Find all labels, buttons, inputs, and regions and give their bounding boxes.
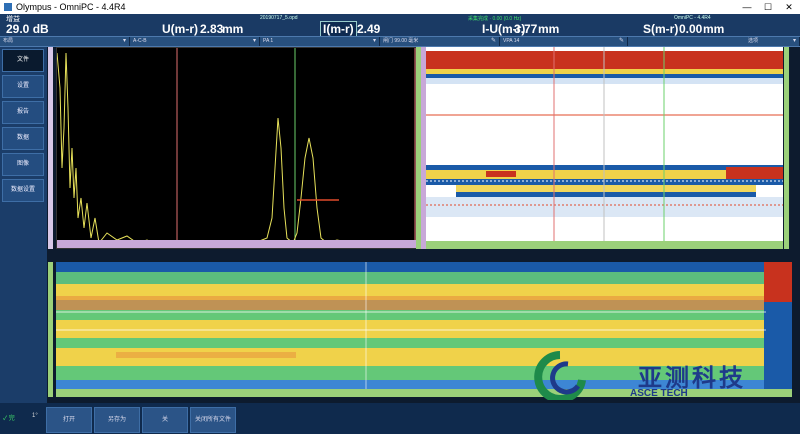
status-indicator: ✓ 完 bbox=[3, 416, 15, 422]
u-value: 2.83 bbox=[200, 22, 224, 36]
layout-select[interactable]: 布局 ▾ bbox=[0, 37, 130, 46]
bscan-right-ruler bbox=[784, 47, 789, 249]
s-unit: mm bbox=[703, 22, 725, 36]
gate-field[interactable]: 闸门 99.00 毫米 ✎ bbox=[380, 37, 500, 46]
selector-toolbar: 布局 ▾ A-C-B ▾ PA 1 ▾ 闸门 99.00 毫米 ✎ VPA 14 ✎ 选项… bbox=[0, 36, 800, 47]
app-icon bbox=[4, 3, 12, 11]
s-value: 0.00 bbox=[679, 22, 703, 36]
options-select-label: 选项 bbox=[748, 38, 759, 44]
sidebar-item-data[interactable]: 数据 bbox=[2, 127, 44, 150]
sidebar-item-settings[interactable]: 设置 bbox=[2, 75, 44, 98]
save-as-button[interactable]: 另存为 bbox=[94, 407, 140, 433]
minimize-button[interactable]: — bbox=[736, 0, 758, 14]
bscan-axis bbox=[426, 241, 783, 249]
ascan-plot bbox=[56, 48, 418, 245]
bscan-view[interactable] bbox=[426, 47, 783, 249]
sidebar-item-file[interactable]: 文件 bbox=[2, 49, 44, 72]
group-select-label: PA 1 bbox=[263, 38, 274, 44]
maximize-button[interactable]: ☐ bbox=[757, 0, 779, 14]
close-file-button[interactable]: 关 bbox=[142, 407, 188, 433]
view-select[interactable]: A-C-B ▾ bbox=[130, 37, 260, 46]
options-select[interactable]: 选项 ▾ bbox=[628, 37, 800, 46]
dropdown-icon: ▾ bbox=[372, 38, 376, 44]
dropdown-icon: ▾ bbox=[792, 38, 796, 44]
measurement-readout-bar: 增益 29.0 dB 20190717_5.opd U(m-r) 2.83 mm… bbox=[0, 14, 800, 37]
iu-unit: mm bbox=[538, 22, 560, 36]
ascan-axis bbox=[57, 240, 417, 248]
file-name: 20190717_5.opd bbox=[260, 15, 298, 21]
angle-indicator: 1° bbox=[32, 413, 38, 419]
open-button[interactable]: 打开 bbox=[46, 407, 92, 433]
iu-value: 3.77 bbox=[514, 22, 538, 36]
gate-field-label: 闸门 99.00 毫米 bbox=[383, 38, 419, 44]
bottom-toolbar: ✓ 完 1° 打开 另存为 关 关闭所有文件 bbox=[0, 403, 800, 434]
i-value: 2.49 bbox=[357, 22, 381, 36]
s-label: S(m-r) bbox=[643, 22, 679, 36]
cscan-vertical-ruler bbox=[48, 262, 53, 397]
i-label[interactable]: I(m-r) bbox=[320, 21, 357, 37]
left-sidebar: 文件 设置 报告 数据 图像 数据设置 bbox=[0, 47, 47, 403]
watermark-subtext: ASCE TECH bbox=[630, 388, 688, 399]
window-title: Olympus - OmniPC - 4.4R4 bbox=[16, 2, 126, 12]
view-select-label: A-C-B bbox=[133, 38, 147, 44]
gain-value[interactable]: 29.0 dB bbox=[6, 22, 49, 36]
vpa-field[interactable]: VPA 14 ✎ bbox=[500, 37, 628, 46]
watermark-logo-icon bbox=[520, 350, 600, 403]
u-label: U(m-r) bbox=[162, 22, 198, 36]
app-version: OmniPC - 4.4R4 bbox=[674, 15, 711, 21]
group-select[interactable]: PA 1 ▾ bbox=[260, 37, 380, 46]
sidebar-item-report[interactable]: 报告 bbox=[2, 101, 44, 124]
ascan-vertical-ruler bbox=[48, 47, 53, 249]
edit-icon: ✎ bbox=[490, 38, 496, 44]
dropdown-icon: ▾ bbox=[122, 38, 126, 44]
status-text: 采集完成 · 0.00 (0.0 Hz) bbox=[468, 16, 522, 22]
vpa-field-label: VPA 14 bbox=[503, 38, 520, 44]
sidebar-item-data-settings[interactable]: 数据设置 bbox=[2, 179, 44, 202]
close-button[interactable]: ✕ bbox=[778, 0, 800, 14]
window-title-bar: Olympus - OmniPC - 4.4R4 — ☐ ✕ bbox=[0, 0, 800, 14]
dropdown-icon: ▾ bbox=[252, 38, 256, 44]
bscan-plot bbox=[426, 47, 783, 242]
close-all-files-button[interactable]: 关闭所有文件 bbox=[190, 407, 236, 433]
ascan-view[interactable] bbox=[56, 47, 418, 249]
sidebar-item-image[interactable]: 图像 bbox=[2, 153, 44, 176]
layout-select-label: 布局 bbox=[3, 38, 14, 44]
edit-icon: ✎ bbox=[618, 38, 624, 44]
u-unit: mm bbox=[222, 22, 244, 36]
